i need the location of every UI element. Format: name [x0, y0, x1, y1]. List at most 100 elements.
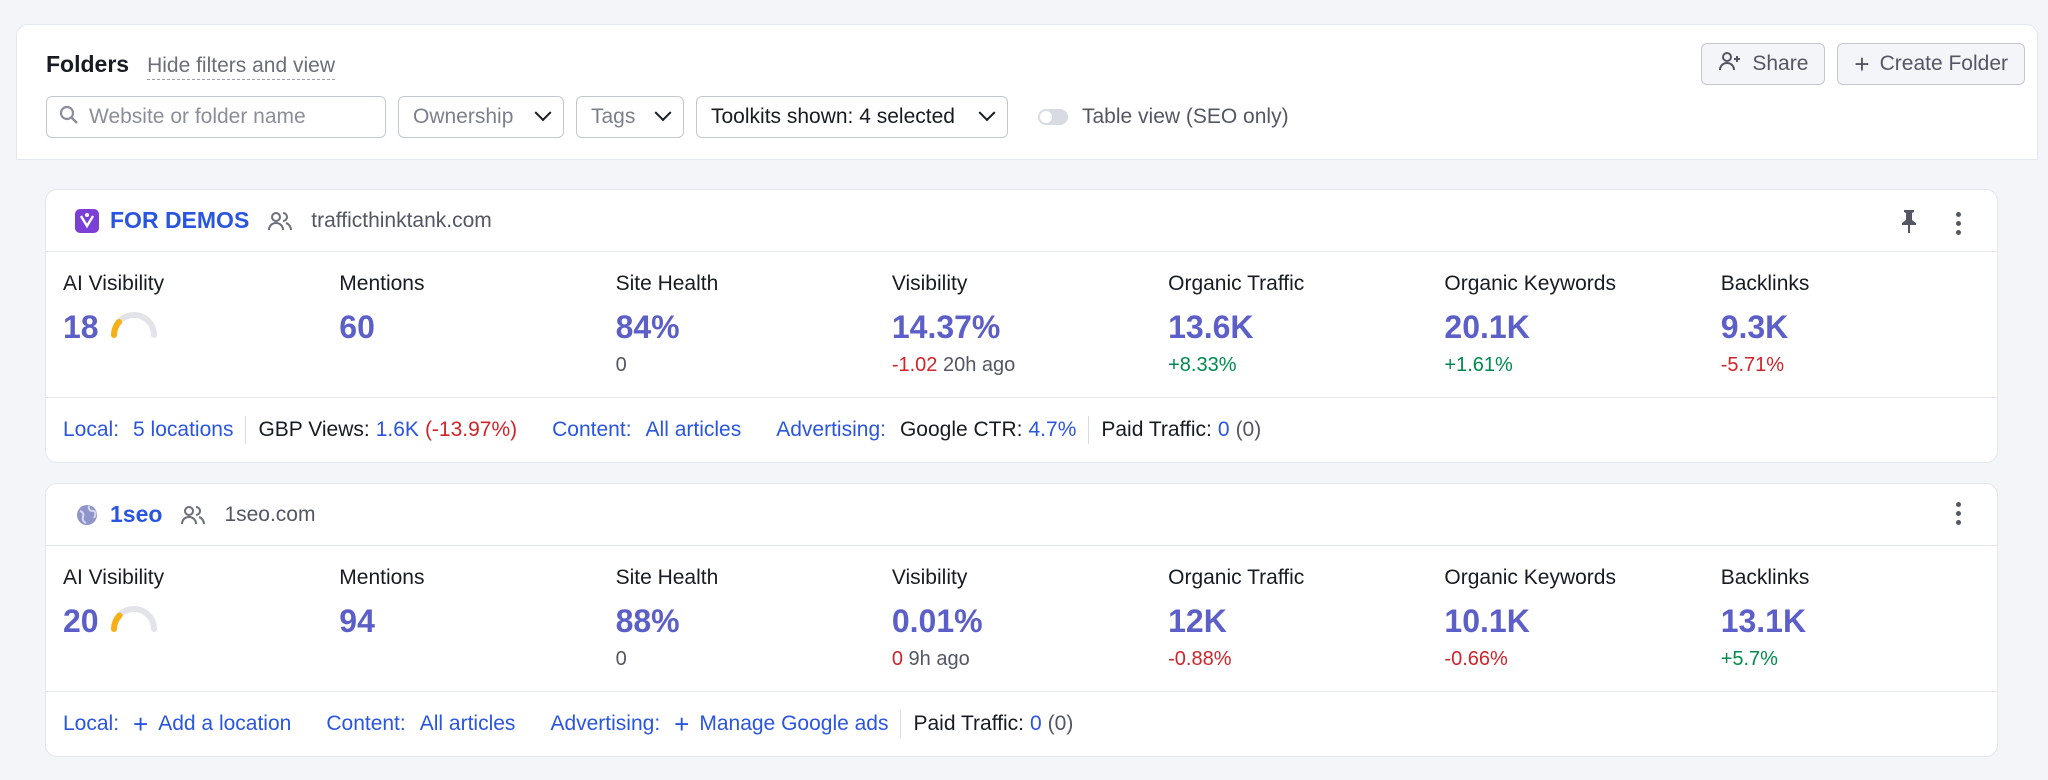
metric-value: 20.1K [1444, 308, 1530, 345]
more-options-icon[interactable] [1956, 502, 1961, 525]
advertising-label[interactable]: Advertising: [550, 712, 660, 736]
paid-traffic-group: Paid Traffic: 0 (0) [1101, 418, 1261, 442]
project-card-header: FOR DEMOS trafficthinktank.com [46, 190, 1997, 252]
metric-organic-keywords[interactable]: Organic Keywords 10.1K -0.66% [1444, 546, 1720, 691]
metric-organic-traffic[interactable]: Organic Traffic 13.6K +8.33% [1168, 252, 1444, 397]
metric-label: Site Health [615, 566, 719, 589]
metric-mentions[interactable]: Mentions 94 [339, 546, 615, 691]
content-link[interactable]: All articles [646, 418, 742, 442]
metric-backlinks[interactable]: Backlinks 13.1K +5.7% [1721, 546, 1997, 691]
metric-organic-keywords[interactable]: Organic Keywords 20.1K +1.61% [1444, 252, 1720, 397]
gbp-delta: (-13.97%) [424, 418, 518, 441]
project-name[interactable]: 1seo [110, 501, 162, 528]
manage-ads-link[interactable]: + Manage Google ads [674, 709, 888, 740]
content-label[interactable]: Content: [326, 712, 405, 736]
metric-sub: 0 9h ago [892, 648, 1168, 671]
paid-traffic-delta: (0) [1047, 712, 1074, 735]
metric-visibility[interactable]: Visibility 0.01% 0 9h ago [892, 546, 1168, 691]
content-label[interactable]: Content: [552, 418, 631, 442]
metrics-row: AI Visibility 20 Mentions 94 Site Health… [46, 546, 1997, 692]
more-options-icon[interactable] [1956, 212, 1961, 235]
chevron-down-icon [534, 104, 552, 122]
metric-value-row: 18 [63, 308, 339, 346]
ctr-value[interactable]: 4.7% [1029, 418, 1077, 442]
metric-site-health[interactable]: Site Health 88% 0 [616, 546, 892, 691]
divider [1088, 416, 1090, 444]
project-domain: 1seo.com [224, 502, 316, 526]
tags-label: Tags [591, 105, 636, 128]
local-label[interactable]: Local: [63, 712, 119, 736]
metric-label: Backlinks [1720, 272, 1810, 295]
manage-ads-label: Manage Google ads [699, 712, 889, 735]
table-view-toggle[interactable] [1038, 109, 1068, 125]
hide-filters-link[interactable]: Hide filters and view [147, 54, 335, 80]
plus-icon: + [133, 708, 149, 739]
metric-value: 10.1K [1444, 602, 1530, 639]
metric-value: 12K [1168, 602, 1227, 639]
metric-delta: -5.71% [1720, 354, 1785, 376]
metric-delta: +8.33% [1168, 354, 1237, 376]
globe-icon [74, 502, 100, 528]
page-title: Folders [46, 51, 130, 77]
metric-delta: +5.7% [1720, 648, 1778, 670]
tags-dropdown[interactable]: Tags [576, 96, 684, 138]
metric-ai-visibility[interactable]: AI Visibility 18 [63, 252, 339, 397]
search-input[interactable] [89, 105, 359, 129]
toolkits-dropdown[interactable]: Toolkits shown: 4 selected [696, 96, 1008, 138]
add-location-label: Add a location [158, 712, 292, 735]
card-footer: Local: 5 locations GBP Views: 1.6K (-13.… [46, 398, 1997, 462]
filter-row: Ownership Tags Toolkits shown: 4 selecte… [46, 96, 1289, 138]
paid-traffic-delta: (0) [1235, 418, 1262, 441]
share-button[interactable]: Share [1701, 43, 1826, 85]
project-domain: trafficthinktank.com [311, 208, 492, 232]
ownership-dropdown[interactable]: Ownership [398, 96, 564, 138]
paid-traffic-value[interactable]: 0 [1218, 418, 1230, 442]
card-actions [1956, 502, 1961, 525]
metric-delta: -1.02 [891, 354, 938, 376]
plus-icon: + [1854, 49, 1870, 79]
metric-mentions[interactable]: Mentions 60 [339, 252, 615, 397]
add-user-icon [1718, 50, 1742, 78]
local-label[interactable]: Local: [63, 418, 119, 442]
search-icon [59, 105, 79, 130]
ctr-group: Google CTR: 4.7% [900, 418, 1076, 442]
gbp-label: GBP Views: [258, 418, 370, 441]
toolkits-label: Toolkits shown: 4 selected [711, 105, 955, 128]
metric-backlinks[interactable]: Backlinks 9.3K -5.71% [1721, 252, 1997, 397]
metric-value: 0.01% [891, 602, 983, 639]
table-view-toggle-wrap: Table view (SEO only) [1038, 105, 1289, 129]
metric-delta: -0.66% [1444, 648, 1508, 670]
pin-icon[interactable] [1900, 208, 1918, 239]
metric-value: 88% [615, 602, 680, 639]
local-locations-link[interactable]: 5 locations [133, 418, 233, 442]
advertising-group: Advertising: + Manage Google ads [550, 709, 888, 740]
gauge-icon [109, 602, 159, 640]
metric-label: Mentions [339, 272, 425, 295]
add-location-link[interactable]: + Add a location [133, 709, 291, 740]
advertising-label[interactable]: Advertising: [776, 418, 886, 442]
metric-ai-visibility[interactable]: AI Visibility 20 [63, 546, 339, 691]
shared-users-icon [267, 210, 293, 232]
content-group: Content: All articles [326, 712, 515, 736]
gbp-value[interactable]: 1.6K [376, 418, 419, 442]
metric-site-health[interactable]: Site Health 84% 0 [616, 252, 892, 397]
gauge-icon [109, 308, 159, 346]
divider [900, 710, 902, 738]
metric-value-row: 20 [63, 602, 339, 640]
ownership-label: Ownership [413, 105, 514, 128]
metric-organic-traffic[interactable]: Organic Traffic 12K -0.88% [1168, 546, 1444, 691]
card-actions [1900, 208, 1961, 239]
chevron-down-icon [978, 104, 996, 122]
divider [245, 416, 247, 444]
metric-visibility[interactable]: Visibility 14.37% -1.02 20h ago [892, 252, 1168, 397]
project-name[interactable]: FOR DEMOS [110, 207, 249, 234]
content-link[interactable]: All articles [420, 712, 516, 736]
metric-value: 14.37% [891, 308, 1001, 345]
metric-label: Organic Traffic [1168, 566, 1305, 589]
metrics-row: AI Visibility 18 Mentions 60 Site Health… [46, 252, 1997, 398]
metric-label: Mentions [339, 566, 425, 589]
search-box [46, 96, 386, 138]
paid-traffic-value[interactable]: 0 [1030, 712, 1042, 736]
title-row: Folders Hide filters and view [46, 51, 335, 80]
create-folder-button[interactable]: + Create Folder [1837, 43, 2025, 85]
